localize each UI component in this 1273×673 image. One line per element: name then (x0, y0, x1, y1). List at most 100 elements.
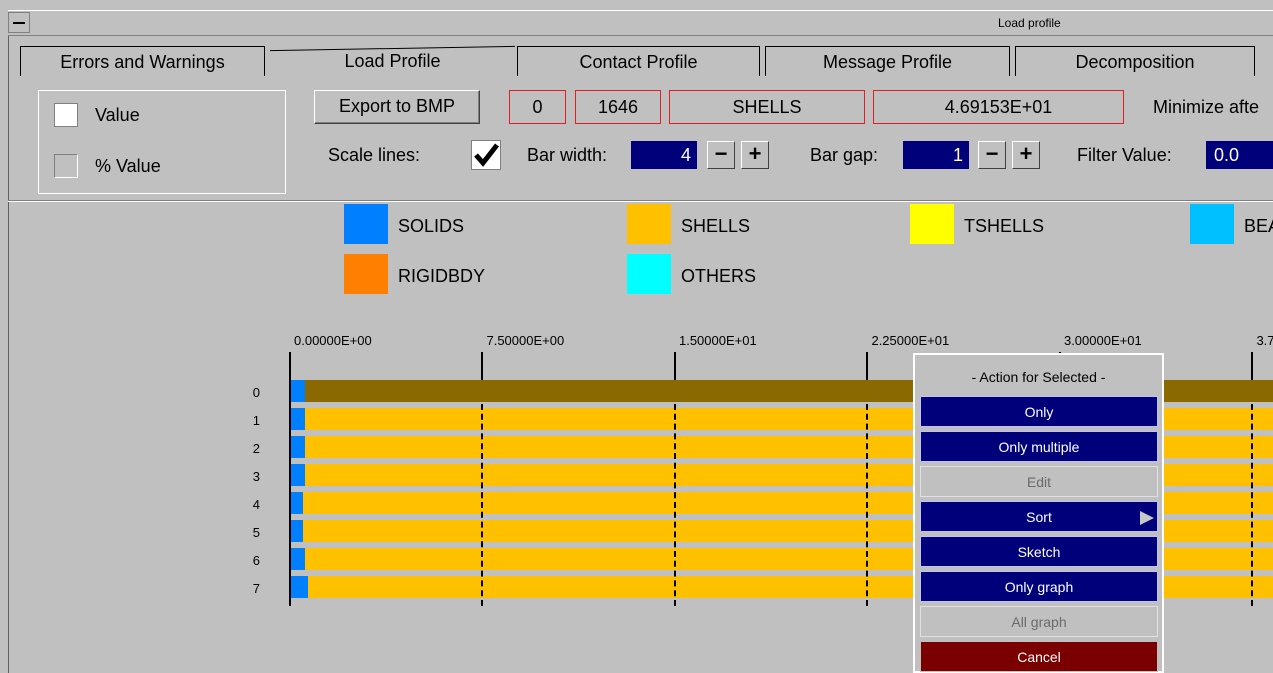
x-tick-label: 7.50000E+00 (486, 333, 565, 348)
selected-value-field: 4.69153E+01 (873, 90, 1124, 124)
legend-label: OTHERS (681, 266, 757, 286)
legend-swatch[interactable] (627, 204, 671, 244)
legend-label: SHELLS (681, 216, 751, 236)
row-label: 6 (252, 553, 260, 568)
menu-item-sort[interactable]: Sort (920, 501, 1158, 532)
selected-count-field: 1646 (575, 90, 661, 124)
popup-title: - Action for Selected - (971, 369, 1106, 385)
pct-value-checkbox[interactable] (54, 154, 78, 178)
menu-item-label: All graph (1011, 614, 1067, 630)
menu-item-cancel[interactable]: Cancel (920, 641, 1158, 672)
menu-item-label: Only multiple (998, 439, 1080, 455)
bar-solids-row-0[interactable] (290, 380, 306, 402)
scale-lines-checkbox[interactable] (471, 140, 501, 170)
tab-load-profile[interactable]: Load Profile (270, 44, 515, 78)
menu-item-only-multiple[interactable]: Only multiple (920, 431, 1158, 462)
menu-item-all-graph: All graph (920, 606, 1158, 637)
bar-width-label: Bar width: (527, 145, 608, 165)
menu-item-label: Only graph (1004, 579, 1074, 595)
window-left-edge (0, 10, 9, 673)
menu-item-label: Sketch (1017, 544, 1061, 560)
pct-value-label: % Value (95, 156, 161, 176)
divider (8, 200, 1273, 202)
bar-gap-label: Bar gap: (810, 145, 879, 165)
tab-decomposition[interactable]: Decomposition (1015, 46, 1255, 76)
filter-value-label: Filter Value: (1077, 145, 1172, 165)
legend-swatch[interactable] (344, 204, 388, 244)
bar-width-increment-button[interactable]: + (741, 141, 769, 169)
y-axis-line (289, 352, 291, 606)
checkmark-icon (474, 143, 499, 167)
bar-gap-decrement-button[interactable]: − (978, 141, 1006, 169)
bar-gap-input[interactable]: 1 (903, 141, 969, 169)
bar-solids-row-6[interactable] (290, 548, 306, 570)
x-tick-mark (866, 352, 869, 380)
grid-line (1251, 404, 1254, 606)
bar-solids-row-4[interactable] (290, 492, 303, 514)
x-tick-label: 3.75000 (1256, 333, 1273, 348)
tab-label: Message Profile (822, 52, 953, 72)
bar-solids-row-2[interactable] (290, 436, 306, 458)
grid-line (481, 404, 484, 606)
x-tick-mark (481, 352, 484, 380)
submenu-arrow-icon (1140, 511, 1154, 525)
scale-lines-label: Scale lines: (328, 145, 421, 165)
bar-solids-row-5[interactable] (290, 520, 303, 542)
bar-width-decrement-button[interactable]: − (707, 141, 735, 169)
x-tick-label: 2.25000E+01 (871, 333, 950, 348)
row-label: 0 (252, 385, 260, 400)
row-label: 3 (252, 469, 260, 484)
legend-label: BEA (1244, 216, 1273, 236)
selected-type-field: SHELLS (669, 90, 865, 124)
display-mode-box: Value % Value (38, 90, 286, 194)
selected-index-field: 0 (509, 90, 566, 124)
tab-label: Errors and Warnings (60, 52, 225, 72)
menu-item-only[interactable]: Only (920, 396, 1158, 427)
window-title: Load profile (998, 16, 1061, 30)
legend-swatch[interactable] (1190, 204, 1234, 244)
bar-width-input[interactable]: 4 (631, 141, 697, 169)
export-bmp-button[interactable]: Export to BMP (314, 90, 480, 124)
window-menu-button[interactable] (8, 12, 30, 33)
menu-item-edit: Edit (920, 466, 1158, 497)
menu-item-label: Sort (1026, 509, 1052, 525)
grid-line (866, 404, 869, 606)
menu-item-only-graph[interactable]: Only graph (920, 571, 1158, 602)
tab-label: Load Profile (344, 51, 441, 71)
filter-value-input[interactable]: 0.0 (1206, 141, 1273, 169)
legend-swatch[interactable] (910, 204, 954, 244)
menu-item-label: Cancel (1017, 649, 1061, 665)
value-checkbox[interactable] (54, 103, 78, 127)
tab-label: Contact Profile (579, 52, 698, 72)
legend-label: RIGIDBDY (398, 266, 486, 286)
bar-solids-row-1[interactable] (290, 408, 306, 430)
row-label: 7 (252, 581, 260, 596)
title-bar: Load profile (8, 10, 1273, 36)
row-label: 5 (252, 525, 260, 540)
bar-solids-row-7[interactable] (290, 576, 308, 598)
legend-label: TSHELLS (964, 216, 1045, 236)
row-label: 2 (252, 441, 260, 456)
menu-item-label: Edit (1026, 474, 1052, 490)
x-tick-label: 1.50000E+01 (678, 333, 757, 348)
grid-line (673, 404, 676, 606)
tab-contact-profile[interactable]: Contact Profile (517, 46, 760, 76)
tab-errors-and-warnings[interactable]: Errors and Warnings (20, 46, 265, 76)
x-tick-label: 0.00000E+00 (294, 333, 372, 348)
row-label: 1 (252, 413, 260, 428)
bar-solids-row-3[interactable] (290, 464, 306, 486)
bar-gap-increment-button[interactable]: + (1012, 141, 1040, 169)
row-label: 4 (252, 497, 260, 512)
legend-label: SOLIDS (398, 216, 465, 236)
x-tick-mark (1251, 352, 1254, 380)
menu-item-sketch[interactable]: Sketch (920, 536, 1158, 567)
minimize-label: Minimize afte (1153, 97, 1260, 117)
legend-swatch[interactable] (627, 254, 671, 294)
x-tick-mark (673, 352, 676, 380)
tab-message-profile[interactable]: Message Profile (765, 46, 1010, 76)
tab-label: Decomposition (1075, 52, 1195, 72)
x-tick-label: 3.00000E+01 (1063, 333, 1142, 348)
action-popup-menu: - Action for Selected - Only Only multipl… (913, 353, 1164, 673)
menu-item-label: Only (1024, 404, 1054, 420)
legend-swatch[interactable] (344, 254, 388, 294)
